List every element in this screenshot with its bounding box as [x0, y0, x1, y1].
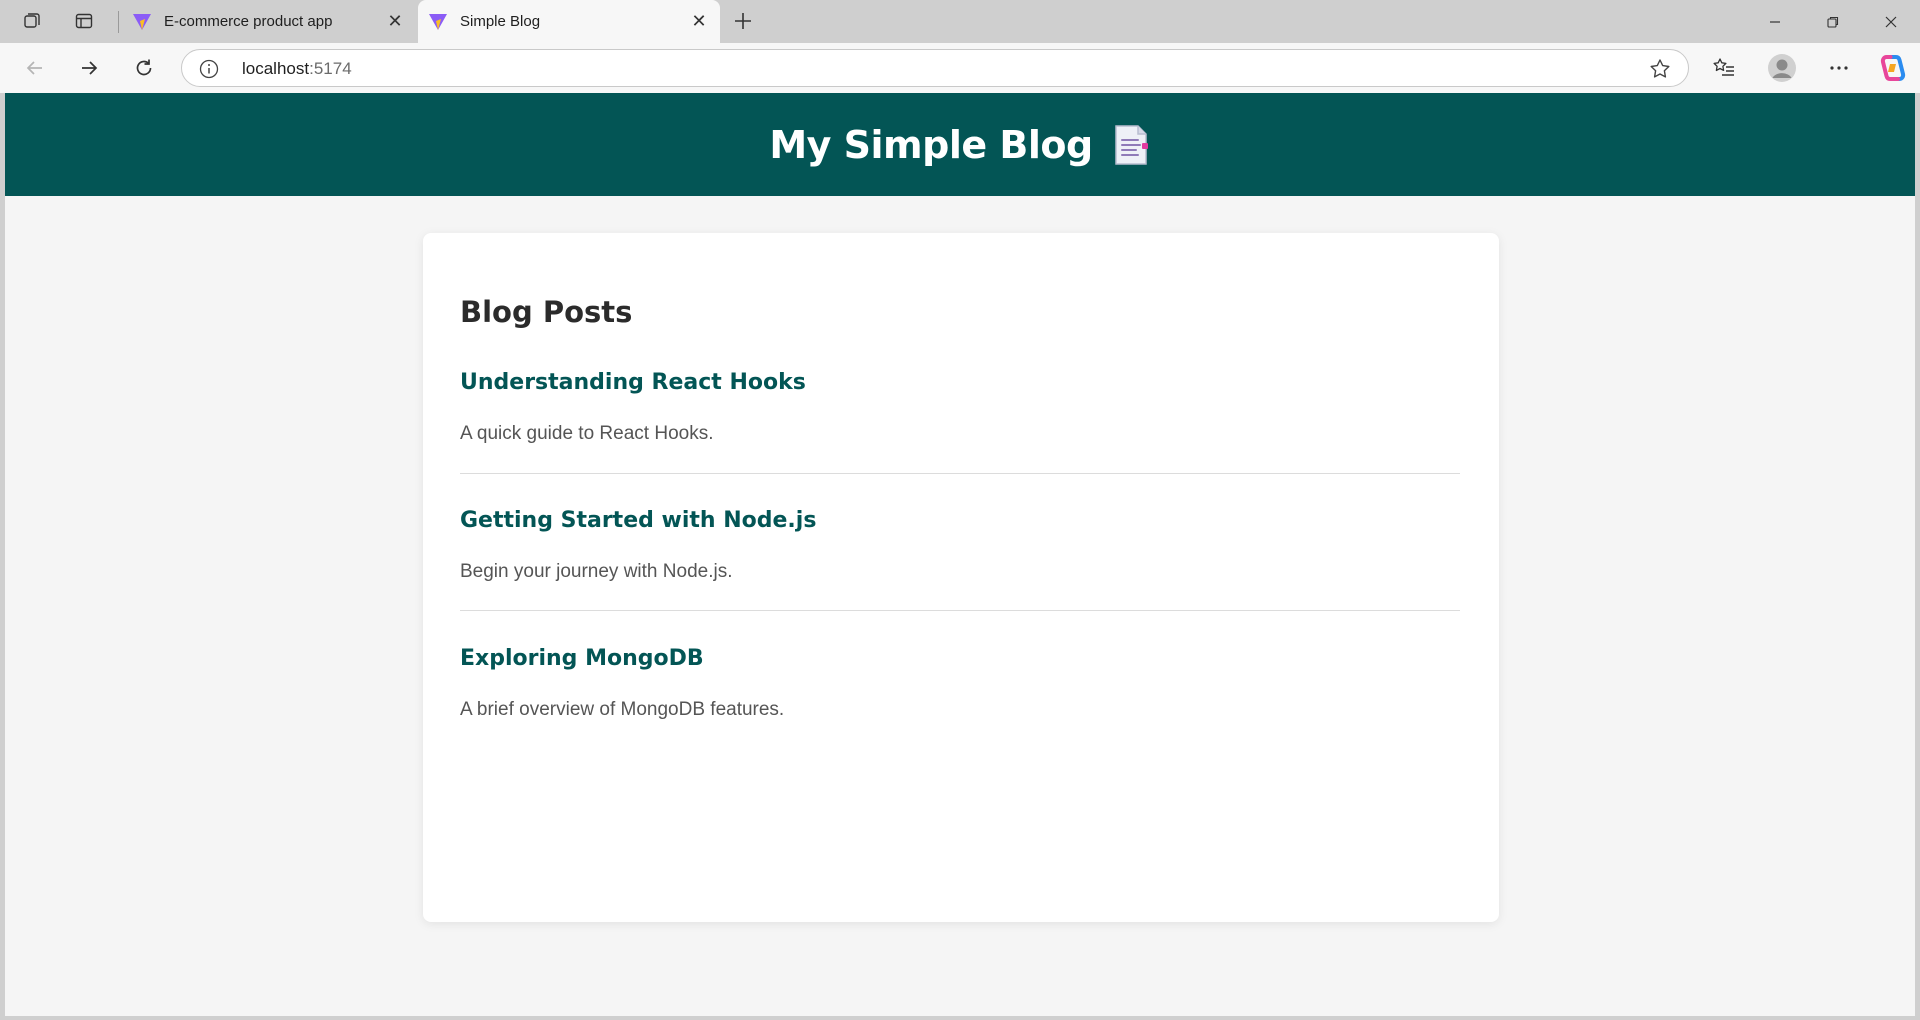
tab-simple-blog[interactable]: Simple Blog ✕	[418, 0, 720, 43]
restore-icon[interactable]	[1804, 0, 1862, 43]
site-title: My Simple Blog	[769, 122, 1093, 167]
page-with-text-icon	[1111, 123, 1151, 167]
window-close-icon[interactable]	[1862, 0, 1920, 43]
blog-post: Getting Started with Node.js Begin your …	[460, 508, 1460, 583]
blog-card: Blog Posts Understanding React Hooks A q…	[423, 233, 1499, 922]
post-excerpt: Begin your journey with Node.js.	[460, 561, 733, 582]
post-excerpt: A brief overview of MongoDB features.	[460, 699, 785, 720]
url-text: localhost:5174	[242, 59, 352, 78]
site-header: My Simple Blog	[5, 93, 1915, 196]
tab-title: Simple Blog	[460, 13, 541, 30]
browser-toolbar: localhost:5174	[0, 43, 1920, 93]
workspaces-icon[interactable]	[15, 6, 49, 36]
copilot-icon[interactable]	[1874, 50, 1912, 86]
post-title-link[interactable]: Understanding React Hooks	[460, 370, 1460, 395]
close-icon[interactable]: ✕	[382, 9, 408, 35]
window-bottom-edge	[0, 1016, 1920, 1020]
tab-ecommerce[interactable]: E-commerce product app ✕	[122, 0, 416, 43]
profile-avatar-icon[interactable]	[1763, 50, 1801, 86]
minimize-icon[interactable]	[1746, 0, 1804, 43]
address-bar[interactable]: localhost:5174	[181, 49, 1689, 87]
post-divider	[460, 610, 1460, 611]
vite-favicon-icon	[132, 12, 152, 32]
forward-arrow-icon[interactable]	[70, 50, 108, 86]
back-arrow-icon[interactable]	[16, 50, 54, 86]
new-tab-icon[interactable]	[726, 6, 760, 36]
post-divider	[460, 473, 1460, 474]
tab-title: E-commerce product app	[164, 13, 333, 30]
vite-favicon-icon	[428, 12, 448, 32]
favorite-star-icon[interactable]	[1648, 57, 1672, 81]
blog-post: Exploring MongoDB A brief overview of Mo…	[460, 646, 1460, 721]
blog-post: Understanding React Hooks A quick guide …	[460, 370, 1460, 445]
site-info-icon[interactable]	[198, 58, 220, 80]
reload-icon[interactable]	[125, 50, 163, 86]
more-menu-icon[interactable]	[1820, 50, 1858, 86]
post-excerpt: A quick guide to React Hooks.	[460, 423, 714, 444]
tab-separator	[118, 11, 119, 33]
post-title-link[interactable]: Exploring MongoDB	[460, 646, 1460, 671]
page-viewport: My Simple Blog Blog Posts Understanding …	[5, 93, 1915, 1016]
vertical-tabs-icon[interactable]	[67, 6, 101, 36]
close-icon[interactable]: ✕	[686, 9, 712, 35]
blog-heading: Blog Posts	[460, 295, 633, 329]
post-title-link[interactable]: Getting Started with Node.js	[460, 508, 1460, 533]
favorites-list-icon[interactable]	[1705, 50, 1743, 86]
browser-tab-strip: E-commerce product app ✕ Simple Blog ✕	[0, 0, 1920, 43]
